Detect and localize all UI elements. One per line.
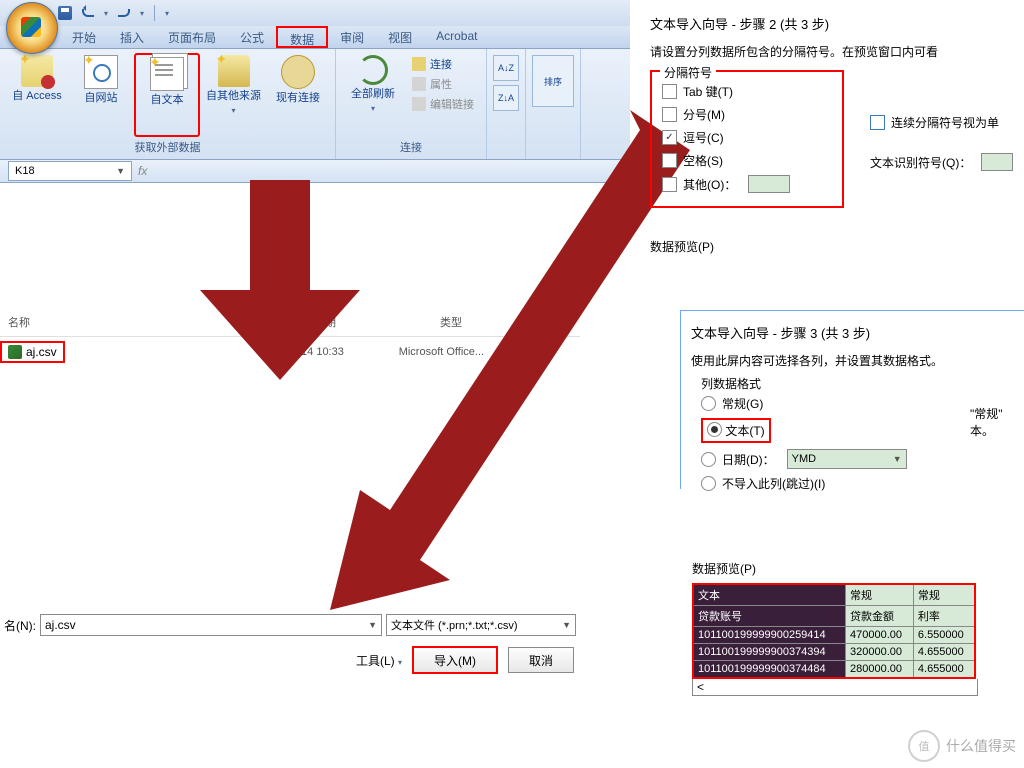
ribbon-tabs: 开始 插入 页面布局 公式 数据 审阅 视图 Acrobat (0, 26, 630, 49)
col-name[interactable]: 名称▴ (0, 312, 306, 332)
undo-dropdown[interactable]: ▾ (104, 9, 108, 18)
filter-select[interactable]: 文本文件 (*.prn;*.txt;*.csv)▼ (386, 614, 576, 636)
filename-label: 名(N): (4, 617, 36, 634)
existing-conn-button[interactable]: 现有连接 (267, 53, 329, 137)
office-button[interactable] (6, 2, 58, 54)
col-type[interactable]: 类型 (432, 312, 470, 332)
properties-icon (412, 77, 426, 91)
group-connections-label: 连接 (342, 137, 480, 157)
filename-input[interactable]: aj.csv▼ (40, 614, 382, 636)
other-delim-input[interactable] (748, 175, 790, 193)
quick-access-toolbar: ▾ ▾ ▾ (0, 0, 630, 26)
save-icon[interactable] (58, 6, 72, 20)
tab-view[interactable]: 视图 (376, 26, 424, 48)
wizard3-title: 文本导入向导 - 步骤 3 (共 3 步) (691, 319, 1024, 346)
group-external-label: 获取外部数据 (6, 137, 329, 157)
chk-semicolon[interactable]: 分号(M) (662, 103, 832, 126)
wizard2-title: 文本导入向导 - 步骤 2 (共 3 步) (650, 10, 1024, 37)
wizard2-preview-label: 数据预览(P) (650, 238, 1024, 255)
wizard2-right-options: 连续分隔符号视为单 文本识别符号(Q)： (870, 110, 1013, 175)
rad-text[interactable]: 文本(T) (701, 418, 771, 443)
text-qualifier-row: 文本识别符号(Q)： (870, 149, 1013, 175)
chk-comma[interactable]: ✓逗号(C) (662, 126, 832, 149)
tab-acrobat[interactable]: Acrobat (424, 26, 489, 48)
file-type: Microsoft Office... (391, 344, 492, 360)
format-note: "常规"本。 (970, 405, 1003, 439)
properties-item: 属性 (408, 75, 478, 93)
link-icon (412, 57, 426, 71)
file-date: 0/3/14 10:33 (275, 344, 391, 360)
edit-links-item: 编辑链接 (408, 95, 478, 113)
ribbon: ✦自 Access ✦自网站 ✦自文本 ✦自其他来源▾ 现有连接 获取外部数据 … (0, 49, 630, 160)
tab-review[interactable]: 审阅 (328, 26, 376, 48)
from-other-button[interactable]: ✦自其他来源▾ (202, 53, 265, 137)
tools-dropdown[interactable]: 工具(L) ▾ (356, 652, 402, 669)
tab-layout[interactable]: 页面布局 (156, 26, 228, 48)
connections-item[interactable]: 连接 (408, 55, 478, 73)
col-date[interactable]: 日期 (306, 312, 432, 332)
cancel-button[interactable]: 取消 (508, 647, 574, 673)
wizard2-subtitle: 请设置分列数据所包含的分隔符号。在预览窗口内可看 (650, 37, 1024, 66)
qat-customize[interactable]: ▾ (165, 9, 169, 18)
rad-date[interactable]: 日期(D)：YMD▼ (701, 446, 1024, 472)
rad-skip[interactable]: 不导入此列(跳过)(I) (701, 472, 1024, 495)
undo-icon[interactable] (82, 9, 94, 17)
redo-dropdown[interactable]: ▾ (140, 9, 144, 18)
date-format-select[interactable]: YMD▼ (787, 449, 907, 469)
name-box[interactable]: K18▼ (8, 161, 132, 181)
sort-az-button[interactable]: A↓Z (493, 55, 519, 81)
excel-file-icon (8, 345, 22, 359)
scroll-left[interactable]: < (692, 679, 978, 696)
sort-za-button[interactable]: Z↓A (493, 85, 519, 111)
from-text-button[interactable]: ✦自文本 (134, 53, 200, 137)
chk-space[interactable]: 空格(S) (662, 149, 832, 172)
sort-button[interactable]: 排序 (532, 55, 574, 107)
file-browser: 名称▴ 日期 类型 aj.csv 0/3/14 10:33 Microsoft … (0, 308, 580, 367)
chk-tab[interactable]: Tab 键(T) (662, 80, 832, 103)
file-item[interactable]: aj.csv (0, 341, 65, 363)
qat-separator (154, 5, 155, 21)
col-format-legend: 列数据格式 (701, 375, 1024, 392)
import-button[interactable]: 导入(M) (412, 646, 498, 674)
edit-links-icon (412, 97, 426, 111)
wizard3-preview-label: 数据预览(P) (692, 560, 1022, 577)
from-access-button[interactable]: ✦自 Access (6, 53, 68, 137)
watermark-icon: 值 (908, 730, 940, 762)
redo-icon[interactable] (118, 9, 130, 17)
tab-home[interactable]: 开始 (60, 26, 108, 48)
wizard3-preview: 数据预览(P) 文本常规常规 贷款账号贷款金额利率 10110019999990… (692, 560, 1022, 696)
tab-formulas[interactable]: 公式 (228, 26, 276, 48)
qualifier-select[interactable] (981, 153, 1013, 171)
refresh-all-button[interactable]: 全部刷新▾ (342, 53, 404, 137)
delimiter-legend: 分隔符号 (660, 64, 716, 81)
chk-other[interactable]: 其他(O)： (662, 172, 832, 196)
preview-table: 文本常规常规 贷款账号贷款金额利率 1011001999999002594144… (692, 583, 976, 679)
tab-insert[interactable]: 插入 (108, 26, 156, 48)
wizard3-subtitle: 使用此屏内容可选择各列，并设置其数据格式。 (691, 346, 1024, 375)
watermark: 值 什么值得买 (908, 730, 1016, 762)
wizard-step3: 文本导入向导 - 步骤 3 (共 3 步) 使用此屏内容可选择各列，并设置其数据… (680, 310, 1024, 489)
fx-icon[interactable]: fx (138, 164, 147, 178)
chk-consecutive[interactable]: 连续分隔符号视为单 (870, 110, 1013, 135)
from-web-button[interactable]: ✦自网站 (70, 53, 132, 137)
tab-data[interactable]: 数据 (276, 26, 328, 48)
